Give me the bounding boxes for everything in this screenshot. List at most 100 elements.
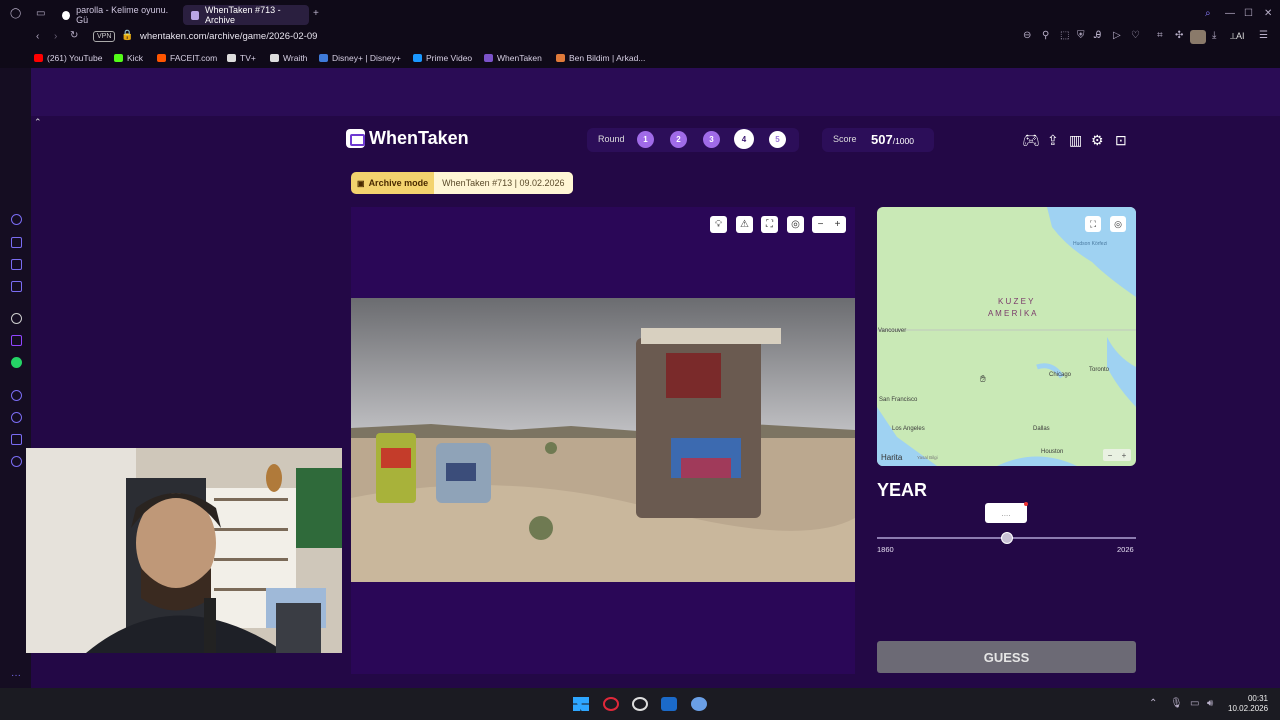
guess-button[interactable]: GUESS	[877, 641, 1136, 673]
map-legal[interactable]: Yasal Bilgi	[917, 455, 938, 460]
bookmark-prime[interactable]: Prime Video	[413, 53, 472, 63]
sidebar-more-icon[interactable]: ···	[11, 671, 21, 681]
opera-taskbar-icon[interactable]	[603, 697, 619, 711]
map-label-city: Chicago	[1049, 372, 1072, 378]
sidebar-history-icon[interactable]	[11, 412, 22, 423]
ai-button[interactable]: ⟂AI	[1230, 31, 1245, 42]
profile-avatar[interactable]	[1190, 30, 1206, 44]
url-field[interactable]: whentaken.com/archive/game/2026-02-09	[140, 31, 317, 42]
download-icon[interactable]: ⤓	[1212, 31, 1216, 41]
clock-date: 10.02.2026	[1228, 704, 1269, 713]
gamepad-icon[interactable]: 🎮︎	[1022, 132, 1040, 149]
map-zoom-control: − +	[1103, 449, 1131, 461]
app-taskbar-icon[interactable]	[691, 697, 707, 711]
round-label: Round	[598, 134, 625, 144]
zoom-in-icon[interactable]: +	[829, 216, 846, 233]
zoom-out-icon[interactable]: −	[812, 216, 829, 233]
stats-icon[interactable]: ▥	[1069, 132, 1082, 149]
heart-icon[interactable]: ♡	[1131, 31, 1140, 41]
reload-icon[interactable]: ↻	[70, 31, 78, 41]
map-zoom-out[interactable]: −	[1108, 451, 1113, 460]
sidebar-twitch-icon[interactable]	[11, 335, 22, 346]
bookmark-youtube[interactable]: (261) YouTube	[34, 53, 102, 63]
sidebar-whatsapp-icon[interactable]	[11, 357, 22, 368]
bookmark-faceit[interactable]: FACEIT.com	[157, 53, 217, 63]
zoom-icon[interactable]: ⊖	[1023, 31, 1031, 41]
archive-info: WhenTaken #713 | 09.02.2026	[434, 172, 573, 194]
menu-icon[interactable]: ☰	[1259, 31, 1268, 41]
tab-parolla[interactable]: parolla - Kelime oyunu. Gü	[54, 5, 180, 25]
kick-icon	[114, 54, 123, 62]
pin-icon[interactable]: ⚲	[1042, 31, 1049, 41]
minimize-icon[interactable]: —	[1225, 9, 1235, 19]
vpn-badge[interactable]: VPN	[93, 31, 116, 42]
sidebar-chatgpt-icon[interactable]	[11, 313, 22, 324]
bookmark-wraith[interactable]: Wraith	[270, 53, 307, 63]
translate-icon[interactable]: Ꭿ	[1094, 31, 1101, 41]
close-icon[interactable]: ✕	[1264, 9, 1272, 19]
bookmark-label: FACEIT.com	[170, 53, 218, 63]
workspaces-icon[interactable]: ▭	[36, 9, 45, 19]
new-tab-icon[interactable]: +	[313, 9, 319, 19]
volume-icon[interactable]: 🔊︎	[1207, 699, 1213, 709]
extension-icon[interactable]: ⌗	[1157, 31, 1163, 41]
youtube-icon	[34, 54, 43, 62]
sidebar-image-icon[interactable]	[11, 259, 22, 270]
map-recenter-icon[interactable]: ◎	[1110, 216, 1126, 232]
faceit-icon	[157, 54, 166, 62]
microphone-icon[interactable]: 🎙︎	[1170, 699, 1183, 709]
brand-name: WhenTaken	[369, 128, 469, 148]
year-slider-handle[interactable]	[1000, 532, 1013, 544]
bookmark-tv[interactable]: TV+	[227, 53, 256, 63]
forward-icon[interactable]: ›	[54, 32, 57, 42]
search-icon[interactable]: ⌕	[1205, 9, 1211, 19]
share-icon[interactable]: ⇪	[1047, 132, 1059, 149]
map-label-city: Los Angeles	[892, 426, 925, 432]
bookmark-whentaken[interactable]: WhenTaken	[484, 53, 542, 63]
maximize-icon[interactable]: ☐	[1244, 9, 1253, 19]
bookmark-label: TV+	[240, 53, 256, 63]
opera-logo-icon[interactable]: ◯	[10, 9, 21, 19]
year-input[interactable]: ....	[985, 503, 1027, 523]
sidebar-refresh-icon[interactable]	[11, 214, 22, 225]
map-label-city: San Francisco	[879, 397, 918, 403]
sidebar-extensions-icon[interactable]	[11, 434, 22, 445]
focus-icon[interactable]: ◎	[787, 216, 804, 233]
sidebar-settings-icon[interactable]	[11, 456, 22, 467]
fullscreen-icon[interactable]: ⛶	[761, 216, 778, 233]
round-3: 3	[703, 131, 720, 148]
guess-map[interactable]: K U Z E Y A M E R İ K A Hudson Körfezi V…	[877, 207, 1136, 466]
bookmark-label: Disney+ | Disney+	[332, 53, 401, 63]
settings-icon[interactable]: ⚙	[1091, 132, 1104, 149]
ben-bildim-icon	[556, 54, 565, 62]
chrome-taskbar-icon[interactable]	[632, 697, 648, 711]
bookmark-disney[interactable]: Disney+ | Disney+	[319, 53, 401, 63]
camera-logo-icon	[346, 129, 365, 148]
network-icon[interactable]: ▭	[1190, 699, 1199, 709]
tab-whentaken[interactable]: WhenTaken #713 - Archive	[183, 5, 309, 25]
slider-max-label: 2026	[1117, 545, 1134, 554]
sidebar-opera-icon[interactable]	[11, 390, 22, 401]
report-icon[interactable]: ⚠	[736, 216, 753, 233]
collapse-chevron-icon[interactable]: ⌃	[34, 118, 42, 127]
sidebar-m-icon[interactable]	[11, 281, 22, 292]
sidebar-bag-icon[interactable]	[11, 237, 22, 248]
map-zoom-in[interactable]: +	[1122, 451, 1127, 460]
puzzle-icon[interactable]: ✣	[1175, 31, 1183, 41]
snapshot-icon[interactable]: ⬚	[1060, 31, 1069, 41]
account-icon[interactable]: ⊡	[1115, 132, 1127, 149]
steam-taskbar-icon[interactable]	[661, 697, 677, 711]
shield-icon[interactable]: ⛨	[1077, 31, 1085, 41]
game-photo[interactable]	[351, 298, 855, 582]
ai-label: AI	[1236, 31, 1245, 41]
map-expand-icon[interactable]: ⛶	[1085, 216, 1101, 232]
brand-logo[interactable]: WhenTaken	[346, 128, 469, 149]
bookmark-label: WhenTaken	[497, 53, 542, 63]
bookmark-ben-bildim[interactable]: Ben Bildim | Arkad...	[556, 53, 645, 63]
play-icon[interactable]: ▷	[1113, 31, 1121, 41]
tray-chevron-icon[interactable]: ⌃	[1149, 699, 1157, 709]
clock[interactable]: 00:31 10.02.2026	[1228, 694, 1268, 714]
back-icon[interactable]: ‹	[36, 32, 39, 42]
bookmark-kick[interactable]: Kick	[114, 53, 143, 63]
hint-icon[interactable]: 💡︎	[710, 216, 727, 233]
